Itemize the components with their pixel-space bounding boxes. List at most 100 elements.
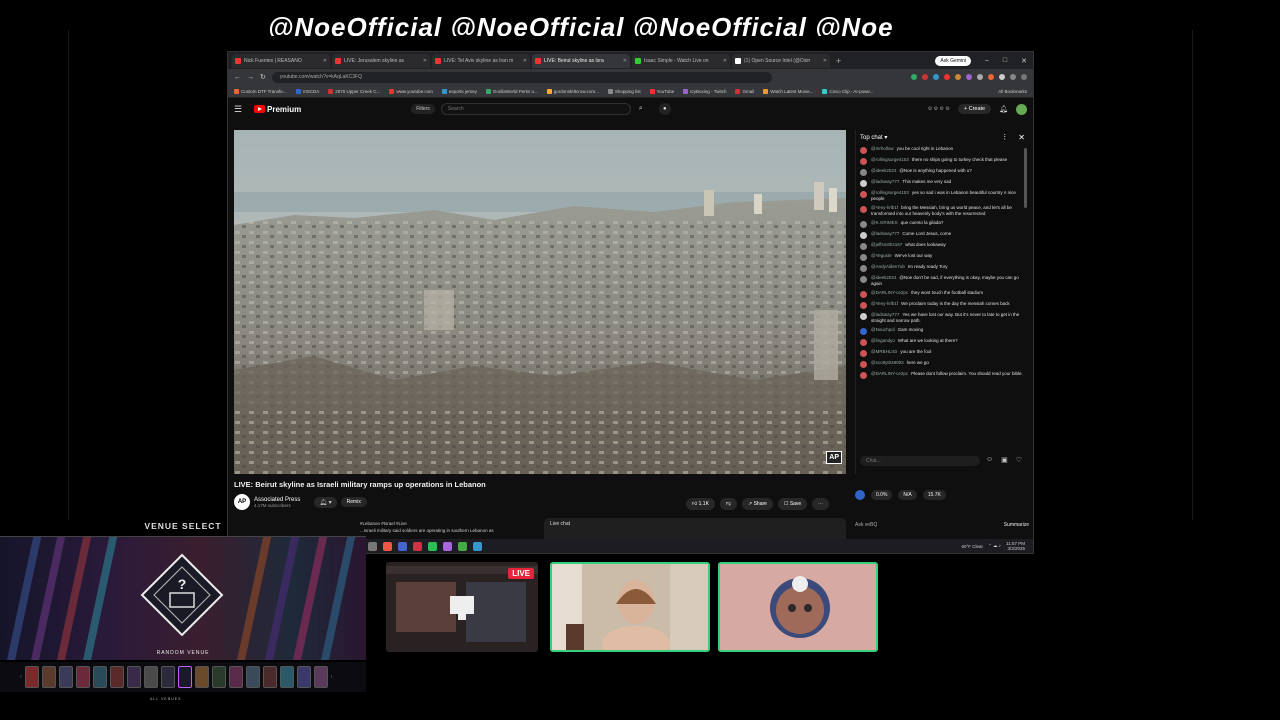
chat-message[interactable]: @Yeguste We've lost our way — [860, 253, 1025, 261]
bookmark-item[interactable]: Gmail — [735, 88, 754, 94]
chat-message[interactable]: @DARLINY-ce2pc they wont touch the footba… — [860, 290, 1025, 298]
chat-menu-icon[interactable]: ⋮ — [1001, 133, 1008, 141]
tab-close-icon[interactable]: ✕ — [323, 58, 327, 64]
venue-thumb[interactable] — [109, 666, 124, 688]
bookmark-item[interactable]: GorillaWorld Perks o... — [485, 88, 538, 94]
back-icon[interactable]: ← — [234, 74, 241, 81]
chat-message[interactable]: @Yeny-hrlb1f bring the Messiah, bring us … — [860, 205, 1025, 217]
venue-thumb[interactable] — [24, 666, 39, 688]
bookmark-item[interactable]: esports jersey — [441, 88, 477, 94]
taskbar-icon[interactable] — [368, 541, 377, 551]
browser-tab[interactable]: LIVE: Jerusalem skyline as ✕ — [332, 53, 430, 68]
clock[interactable]: 11:57 PM 3/3/2026 — [1006, 541, 1025, 551]
extension-icon[interactable] — [911, 74, 917, 80]
venue-card[interactable] — [292, 537, 328, 660]
notifications-icon[interactable]: 🔔︎ — [999, 105, 1008, 113]
chat-message[interactable]: @ladsway777 This makes me very sad — [860, 179, 1025, 187]
ask-gemini-button[interactable]: Ask Gemini — [935, 55, 971, 66]
extension-icon[interactable] — [966, 74, 972, 80]
menu-icon[interactable] — [1021, 74, 1027, 80]
profile-icon[interactable] — [1010, 74, 1016, 80]
venue-thumb[interactable] — [245, 666, 260, 688]
browser-tab[interactable]: Isaac Simple - Watch Live on ✕ — [632, 53, 730, 68]
search-input[interactable]: Search — [440, 103, 631, 115]
extension-icon[interactable] — [922, 74, 928, 80]
venue-thumb[interactable] — [41, 666, 56, 688]
video-player[interactable]: AP — [234, 130, 846, 474]
browser-tab[interactable]: LIVE: Tel Aviv skyline as Iran m ✕ — [432, 53, 530, 68]
chat-message[interactable]: @ideek2024 @Noe don't be sad, if everythi… — [860, 275, 1025, 287]
venue-thumb[interactable] — [143, 666, 158, 688]
url-input[interactable]: youtube.com/watch?v=kAqLaKC3FQ — [271, 71, 772, 83]
extension-icon[interactable] — [999, 74, 1005, 80]
tab-close-icon[interactable]: ✕ — [823, 58, 827, 64]
weather-label[interactable]: 60°F Clear — [961, 544, 983, 549]
random-venue-icon[interactable]: ? — [140, 553, 224, 637]
venue-thumb[interactable] — [313, 666, 328, 688]
right-arrow-icon[interactable]: › — [331, 674, 333, 680]
venue-card[interactable] — [264, 537, 300, 660]
extension-icon[interactable] — [944, 74, 950, 80]
bookmark-item[interactable]: Watch Latest Movie... — [763, 88, 813, 94]
extension-icons[interactable]: ⚙ ⚙ ⚙ ⚙ — [928, 106, 950, 112]
chat-message[interactable]: @ideek2024 @Noe is anything happened with… — [860, 168, 1025, 176]
browser-tab[interactable]: Nick Fuentes | REASANO ✕ — [232, 53, 330, 68]
tab-close-icon[interactable]: ✕ — [523, 58, 527, 64]
venue-card[interactable] — [82, 537, 118, 660]
chat-input[interactable]: Chat... — [860, 456, 980, 466]
chat-message[interactable]: @jeffsmith4167 what does lookaway — [860, 242, 1025, 250]
browser-tab[interactable]: LIVE: Beirut skyline as Isra ✕ — [532, 53, 630, 68]
reload-icon[interactable]: ↻ — [260, 73, 266, 81]
venue-thumb[interactable] — [75, 666, 90, 688]
tab-close-icon[interactable]: ✕ — [423, 58, 427, 64]
bookmark-item[interactable]: Shopping list — [607, 88, 641, 94]
left-arrow-icon[interactable]: ‹ — [20, 674, 22, 680]
venue-thumb[interactable] — [92, 666, 107, 688]
microphone-icon[interactable]: ● — [658, 103, 671, 115]
chat-message[interactable]: @K.GRIMES que cuento la gilada? — [860, 220, 1025, 228]
chrome-icon[interactable] — [383, 541, 392, 551]
tab-close-icon[interactable]: ✕ — [723, 58, 727, 64]
venue-thumb[interactable] — [296, 666, 311, 688]
bookmark-item[interactable]: YouTube — [649, 88, 674, 94]
heart-icon[interactable]: ♡ — [1016, 456, 1022, 464]
save-button[interactable]: ☐ Save — [777, 498, 808, 510]
subscribed-bell-button[interactable]: 🔔︎ ▾ — [314, 496, 337, 508]
taskbar-icon[interactable] — [458, 541, 467, 551]
chat-message[interactable]: @Nouchpol Gam moving — [860, 327, 1025, 335]
chat-message[interactable]: @lingandyo What are we looking at there? — [860, 338, 1025, 346]
ask-input[interactable]: Ask veBQ — [855, 522, 877, 528]
close-window-icon[interactable]: ✕ — [1015, 57, 1033, 65]
avatar[interactable] — [1016, 103, 1027, 115]
description-box[interactable]: #Lebanon #Israel #Live ...Israeli milita… — [360, 520, 540, 534]
chat-message[interactable]: @ladsway777 Come Lord Jesus, come — [860, 231, 1025, 239]
close-chat-icon[interactable]: ✕ — [1018, 133, 1025, 142]
venue-thumb[interactable] — [279, 666, 294, 688]
channel-name[interactable]: Associated Press — [254, 497, 300, 503]
venue-card[interactable] — [236, 537, 272, 660]
create-button[interactable]: + Create — [957, 104, 992, 114]
bookmark-item[interactable]: Cisco Clip - AI-powe... — [822, 88, 874, 94]
minimize-icon[interactable]: – — [979, 57, 995, 64]
tray-icons[interactable]: ⌃ ☁ ♪ — [988, 543, 1001, 549]
chat-message[interactable]: @ladsway777 Yes we have lost our way. But… — [860, 312, 1025, 324]
search-icon[interactable]: ⌕ — [631, 103, 651, 115]
extension-icon[interactable] — [977, 74, 983, 80]
venue-thumb[interactable] — [160, 666, 175, 688]
all-bookmarks[interactable]: All Bookmarks — [998, 89, 1027, 94]
chat-message[interactable]: @AndyAlden7ub Im ready ready Tory — [860, 264, 1025, 272]
chat-message[interactable]: @DARLINY-ce2pc Please dont follow proclai… — [860, 371, 1025, 379]
extension-icon[interactable] — [933, 74, 939, 80]
super-chat-icon[interactable]: ▣ — [1001, 456, 1008, 464]
chat-message[interactable]: @Yeny-hrlb1f We proclaim today is the day… — [860, 301, 1025, 309]
venue-card[interactable] — [320, 537, 356, 660]
bookmark-item[interactable]: Custom DTF Transfe... — [234, 88, 287, 94]
summarize-button[interactable]: Summarize — [1004, 522, 1029, 528]
venue-thumb[interactable] — [211, 666, 226, 688]
top-chat-dropdown[interactable]: Top chat ▾ — [860, 134, 887, 141]
taskbar-icon[interactable] — [413, 541, 422, 551]
tab-close-icon[interactable]: ✕ — [623, 58, 627, 64]
youtube-logo[interactable]: Premium — [254, 105, 301, 114]
share-button[interactable]: ↗ Share — [742, 498, 773, 510]
extension-icon[interactable] — [988, 74, 994, 80]
